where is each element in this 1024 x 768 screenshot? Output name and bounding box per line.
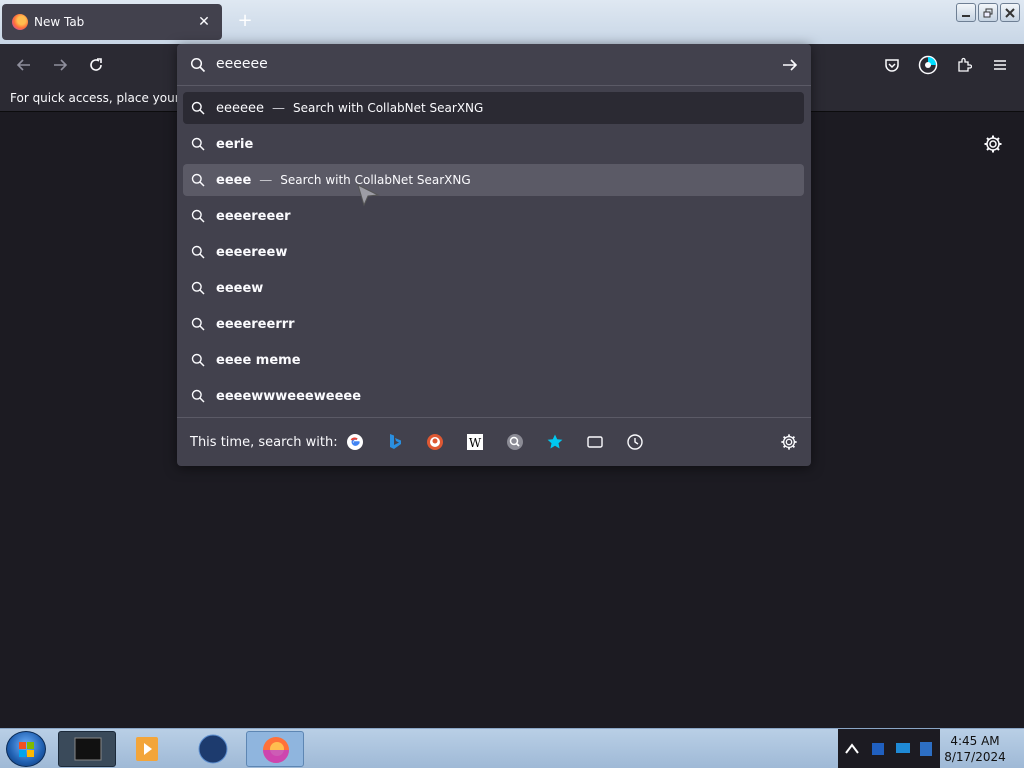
system-tray [838, 729, 940, 768]
suggestion-row[interactable]: eeeeee — Search with CollabNet SearXNG [183, 92, 804, 124]
search-settings-gear-icon[interactable] [779, 432, 799, 452]
search-icon [191, 281, 205, 295]
separator: — [259, 172, 273, 188]
bing-icon[interactable] [385, 432, 405, 452]
taskbar-clock[interactable]: 4:45 AM 8/17/2024 [940, 733, 1010, 765]
suggestion-term: eeeewwweeeweeee [216, 388, 362, 404]
start-button[interactable] [6, 731, 46, 767]
restore-icon [983, 8, 993, 17]
firefox-icon [263, 737, 289, 763]
bookmarks-icon[interactable] [545, 432, 565, 452]
clock-time: 4:45 AM [950, 734, 1000, 748]
google-icon[interactable] [345, 432, 365, 452]
close-icon [1005, 7, 1015, 18]
suggestion-term: eeeereew [216, 244, 288, 260]
suggestion-term: eerie [216, 136, 254, 152]
back-button[interactable] [10, 51, 38, 79]
tray-icons [845, 742, 932, 756]
close-tab-button[interactable]: ✕ [196, 14, 212, 30]
search-with-label: This time, search with: [190, 435, 338, 450]
hamburger-menu-icon [994, 60, 1006, 70]
close-window-button[interactable] [1000, 3, 1020, 22]
urlbar-input[interactable]: eeeeee [216, 56, 268, 72]
windows-logo-icon [19, 742, 34, 757]
search-icon [191, 173, 205, 187]
suggestion-hint: Search with CollabNet SearXNG [293, 100, 484, 115]
forward-button[interactable] [46, 51, 74, 79]
suggestion-row[interactable]: eerie [183, 128, 804, 160]
taskbar-network[interactable] [184, 731, 242, 767]
taskbar-media-player[interactable] [120, 731, 178, 767]
tabs-icon[interactable] [585, 432, 605, 452]
search-icon [191, 209, 205, 223]
account-button[interactable] [914, 51, 942, 79]
search-icon [191, 137, 205, 151]
search-icon [191, 245, 205, 259]
separator: — [272, 100, 285, 116]
suggestion-term: eeeeee [216, 100, 264, 116]
menu-button[interactable] [986, 51, 1014, 79]
pocket-button[interactable] [878, 51, 906, 79]
minimize-button[interactable] [956, 3, 976, 22]
suggestion-row[interactable]: eeee — Search with CollabNet SearXNG [183, 164, 804, 196]
back-arrow-icon [16, 59, 30, 71]
search-icon [191, 101, 205, 115]
suggestion-term: eeeereerrr [216, 316, 295, 332]
urlbar-dropdown: eeeeee eeeeee — Search with CollabNet Sear… [177, 44, 811, 466]
globe-icon [198, 734, 228, 764]
title-bar: New Tab ✕ + [0, 0, 1024, 44]
suggestion-row[interactable]: eeeereew [183, 236, 804, 268]
history-icon[interactable] [625, 432, 645, 452]
suggestion-row[interactable]: eeee meme [183, 344, 804, 376]
puzzle-icon [958, 57, 972, 72]
suggestion-term: eeee [216, 172, 252, 188]
svg-text:W: W [469, 436, 482, 450]
extensions-button[interactable] [950, 51, 978, 79]
searxng-icon[interactable] [505, 432, 525, 452]
mouse-cursor-icon [357, 184, 380, 207]
wikipedia-icon[interactable]: W [465, 432, 485, 452]
maximize-button[interactable] [978, 3, 998, 22]
search-icon [191, 353, 205, 367]
go-arrow-icon[interactable] [781, 56, 799, 74]
tab-new-tab[interactable]: New Tab ✕ [2, 4, 222, 40]
terminal-icon [74, 737, 102, 761]
media-player-icon [136, 737, 158, 761]
suggestion-row[interactable]: eeeewwweeeweeee [183, 380, 804, 412]
taskbar-terminal[interactable] [58, 731, 116, 767]
suggestion-row[interactable]: eeeereerrr [183, 308, 804, 340]
search-icon [190, 57, 206, 73]
minimize-icon [962, 14, 970, 17]
search-shortcuts-footer: This time, search with: W [177, 417, 811, 466]
tab-title: New Tab [34, 15, 85, 29]
windows-taskbar: 4:45 AM 8/17/2024 [0, 728, 1024, 768]
reload-icon [90, 58, 102, 71]
urlbar-input-row[interactable]: eeeeee [177, 44, 811, 86]
window-controls [956, 3, 1020, 22]
suggestion-term: eeee meme [216, 352, 301, 368]
search-icon [191, 389, 205, 403]
suggestion-term: eeeereeer [216, 208, 291, 224]
suggestion-row[interactable]: eeeereeer [183, 200, 804, 232]
duckduckgo-icon[interactable] [425, 432, 445, 452]
taskbar-firefox[interactable] [246, 731, 304, 767]
customize-gear-icon[interactable] [983, 134, 1003, 154]
firefox-icon [12, 14, 28, 30]
clock-date: 8/17/2024 [944, 750, 1006, 764]
search-icon [191, 317, 205, 331]
suggestion-row[interactable]: eeeew [183, 272, 804, 304]
suggestion-term: eeeew [216, 280, 264, 296]
reload-button[interactable] [82, 51, 110, 79]
account-icon [918, 55, 938, 75]
new-tab-button[interactable]: + [234, 10, 256, 32]
forward-arrow-icon [54, 59, 68, 71]
pocket-icon [885, 59, 899, 72]
